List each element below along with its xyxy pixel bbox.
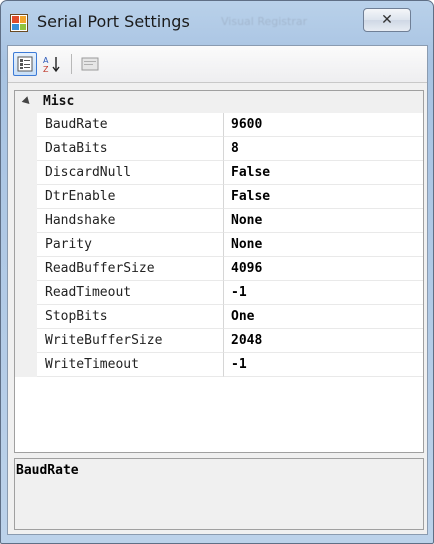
property-row[interactable]: ReadTimeout -1 [15, 281, 423, 305]
property-pages-icon [81, 57, 99, 71]
property-value[interactable]: One [224, 305, 423, 329]
property-row[interactable]: BaudRate 9600 [15, 113, 423, 137]
property-name: Parity [37, 233, 224, 257]
property-name: ReadBufferSize [37, 257, 224, 281]
alphabetical-button[interactable]: A Z [40, 52, 64, 76]
svg-text:A: A [43, 56, 49, 65]
property-value[interactable]: None [224, 209, 423, 233]
property-grid-panel: A Z Misc BaudRate 9600 DataBits 8 Discar… [7, 45, 428, 535]
property-row[interactable]: DtrEnable False [15, 185, 423, 209]
description-title: BaudRate [16, 463, 79, 478]
svg-text:Z: Z [43, 65, 49, 74]
property-row[interactable]: Parity None [15, 233, 423, 257]
property-value[interactable]: False [224, 185, 423, 209]
property-row[interactable]: ReadBufferSize 4096 [15, 257, 423, 281]
property-value[interactable]: 8 [224, 137, 423, 161]
property-row[interactable]: DiscardNull False [15, 161, 423, 185]
property-pages-button[interactable] [78, 52, 102, 76]
property-value[interactable]: False [224, 161, 423, 185]
window-title: Serial Port Settings [37, 12, 190, 31]
property-value[interactable]: 4096 [224, 257, 423, 281]
property-name: Handshake [37, 209, 224, 233]
close-icon: ✕ [381, 12, 393, 28]
app-icon [10, 14, 28, 32]
background-window-title: Visual Registrar [221, 15, 308, 28]
property-row[interactable]: DataBits 8 [15, 137, 423, 161]
category-row-misc[interactable]: Misc [15, 91, 423, 113]
property-name: DtrEnable [37, 185, 224, 209]
property-name: WriteBufferSize [37, 329, 224, 353]
category-label: Misc [43, 94, 75, 109]
property-name: DiscardNull [37, 161, 224, 185]
serial-port-settings-window: Serial Port Settings Visual Registrar ✕ [0, 0, 434, 544]
property-name: StopBits [37, 305, 224, 329]
property-row[interactable]: Handshake None [15, 209, 423, 233]
sort-alphabetical-icon: A Z [43, 56, 60, 74]
property-grid-toolbar: A Z [8, 46, 427, 83]
collapse-arrow-icon[interactable] [21, 96, 33, 107]
property-value[interactable]: None [224, 233, 423, 257]
categorized-icon [17, 56, 33, 72]
property-row[interactable]: WriteTimeout -1 [15, 353, 423, 377]
property-name: WriteTimeout [37, 353, 224, 377]
close-button[interactable]: ✕ [363, 8, 411, 32]
property-name: ReadTimeout [37, 281, 224, 305]
toolbar-separator [71, 54, 72, 74]
property-name: BaudRate [37, 113, 224, 137]
property-value[interactable]: 9600 [224, 113, 423, 137]
title-bar[interactable]: Serial Port Settings Visual Registrar ✕ [1, 1, 433, 45]
property-value[interactable]: -1 [224, 281, 423, 305]
property-row[interactable]: StopBits One [15, 305, 423, 329]
property-value[interactable]: 2048 [224, 329, 423, 353]
property-row[interactable]: WriteBufferSize 2048 [15, 329, 423, 353]
categorized-button[interactable] [13, 52, 37, 76]
property-value[interactable]: -1 [224, 353, 423, 377]
property-name: DataBits [37, 137, 224, 161]
property-grid: Misc BaudRate 9600 DataBits 8 DiscardNul… [14, 90, 424, 453]
description-panel: BaudRate [14, 458, 424, 530]
